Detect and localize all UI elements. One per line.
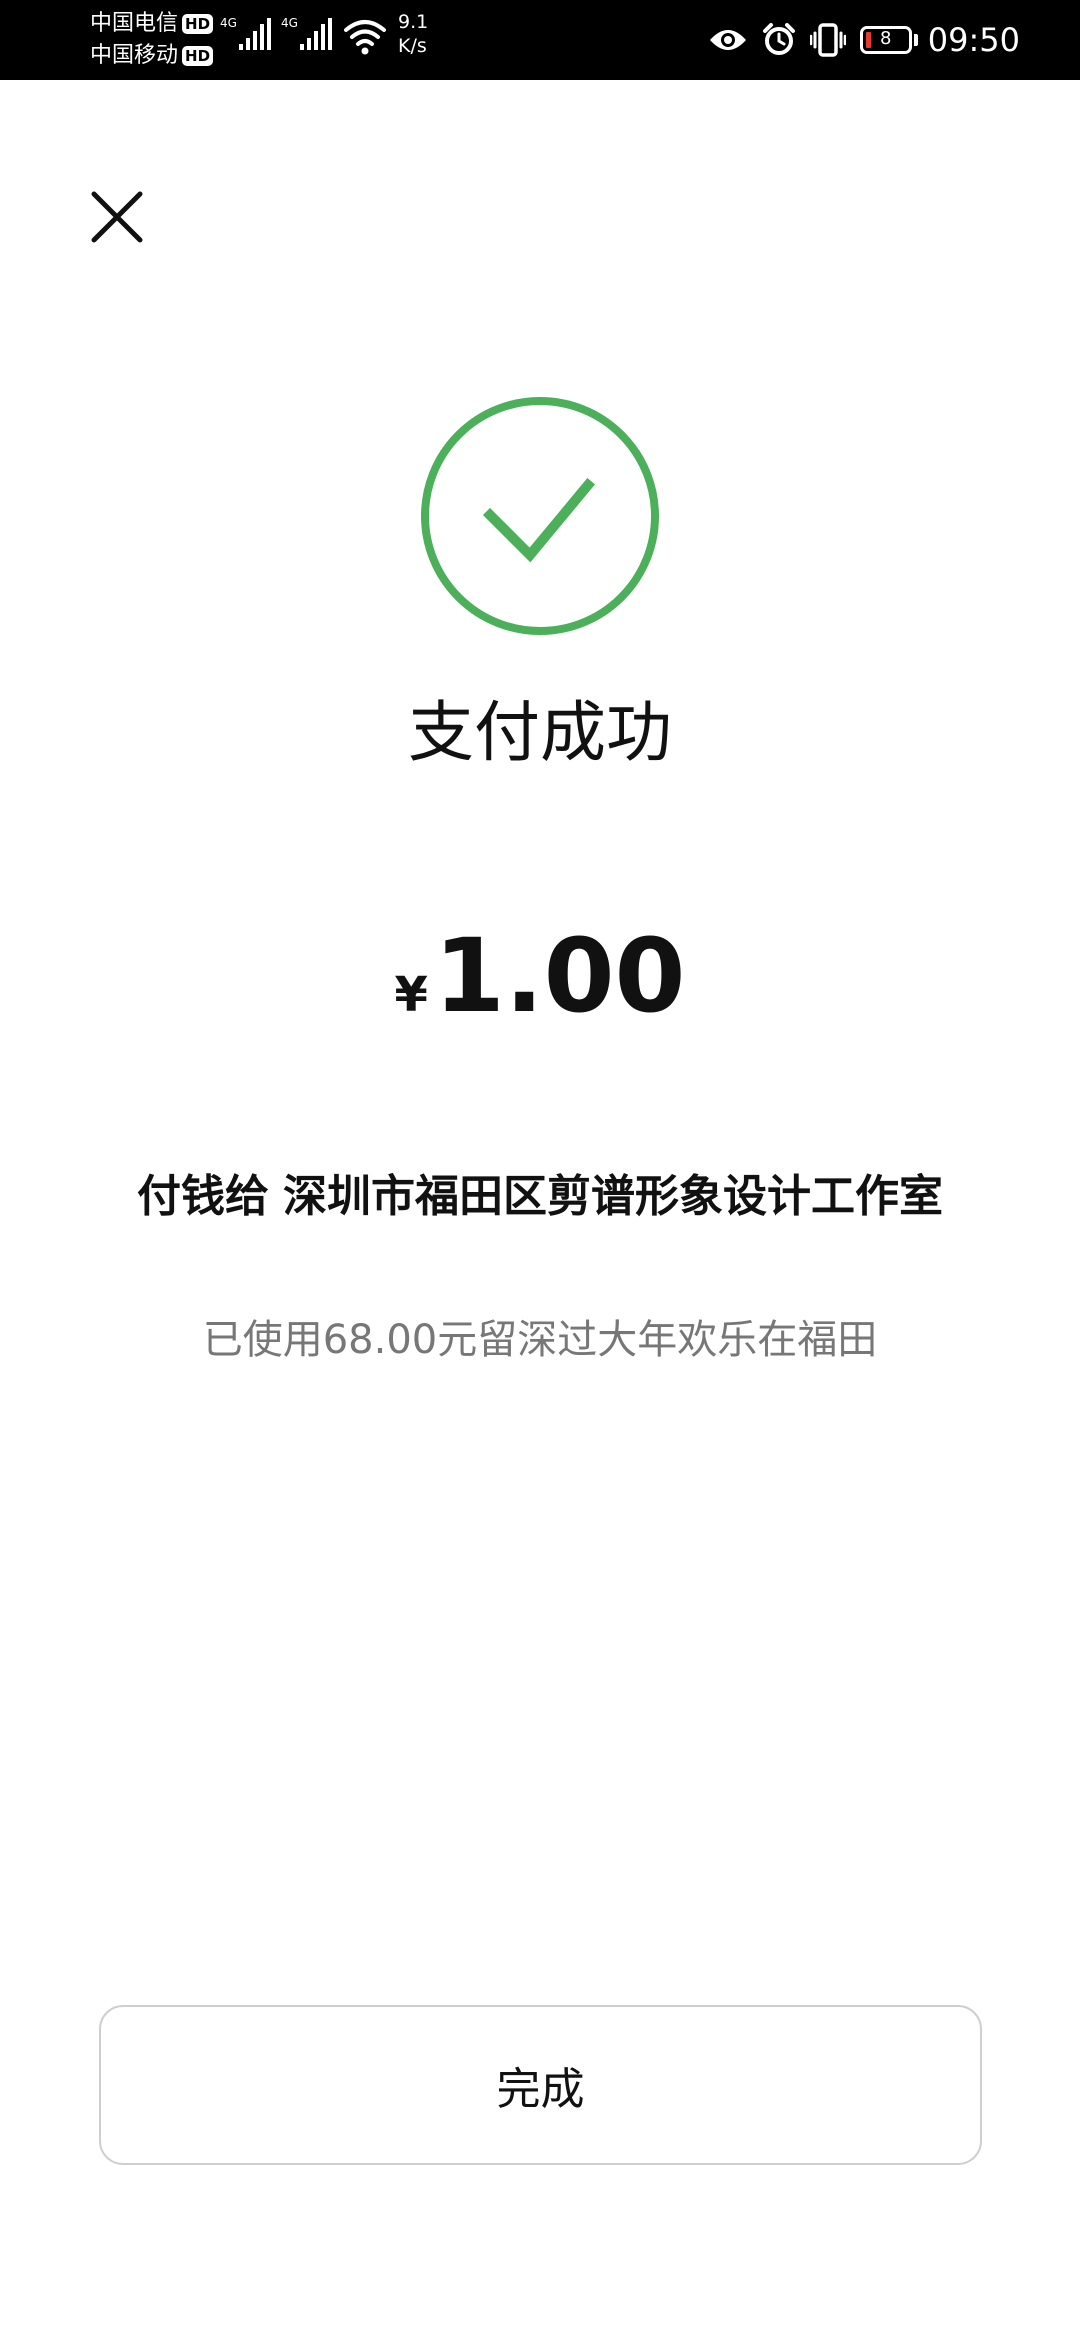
payee-name: 深圳市福田区剪谱形象设计工作室 [283,1171,943,1222]
success-check-icon [421,397,659,635]
close-icon [91,191,143,243]
signal-strength-icon [299,18,332,50]
clock: 09:50 [927,21,1020,59]
network-speed: 9.1 K/s [398,10,428,58]
payment-amount: ¥1.00 [0,912,1080,1071]
signal-strength-icon [238,18,271,50]
carrier-row-2: 中国移动 HD [90,40,214,72]
payee-info: 付钱给 深圳市福田区剪谱形象设计工作室 [115,1166,965,1228]
hd-badge-2: HD [182,46,214,66]
vibrate-icon [809,23,846,57]
coupon-note: 已使用68.00元留深过大年欢乐在福田 [202,1317,878,1363]
signal-group-2: 4G [281,16,332,52]
network-speed-value: 9.1 [398,11,429,33]
network-speed-unit: K/s [398,35,427,57]
done-button-label: 完成 [496,2064,585,2115]
eye-icon [709,30,746,50]
battery-tip [913,34,918,46]
battery-level: 8 [880,28,892,49]
alarm-icon [762,23,795,55]
network-type-1: 4G [220,16,237,30]
carrier-name-2: 中国移动 [90,43,179,68]
status-icons: 8 09:50 [694,0,1020,80]
payment-status-title: 支付成功 [408,694,672,771]
battery-icon: 8 [859,26,912,54]
carrier-info: 中国电信 HD 中国移动 HD [90,8,214,72]
status-bar: 中国电信 HD 中国移动 HD 4G 4G 9.1 K/s 8 09:50 [0,0,1080,80]
done-button[interactable]: 完成 [99,2005,982,2165]
amount-value: 1.00 [433,917,686,1036]
close-button[interactable] [82,182,152,252]
carrier-name-1: 中国电信 [90,11,179,36]
signal-group-1: 4G [220,16,271,52]
hd-badge-1: HD [182,14,214,34]
currency-symbol: ¥ [394,967,428,1023]
network-type-2: 4G [281,16,298,30]
payee-prefix: 付钱给 [137,1171,269,1222]
wifi-icon [344,20,386,55]
carrier-row-1: 中国电信 HD [90,8,214,40]
